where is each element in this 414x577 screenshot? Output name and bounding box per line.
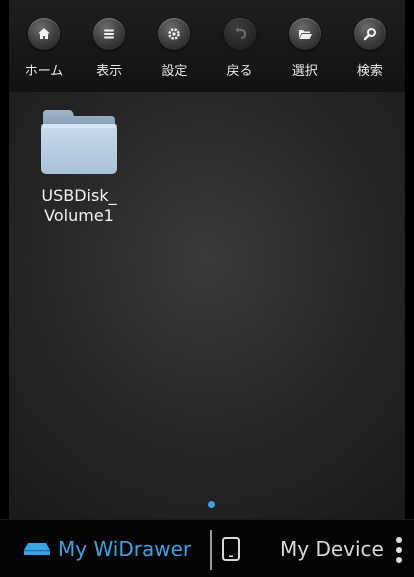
gear-icon <box>158 18 191 50</box>
tab-my-device[interactable]: My Device <box>222 520 402 577</box>
page-indicator-dot <box>208 501 215 508</box>
bottom-bar: My WiDrawer My Device <box>0 519 414 577</box>
home-label: ホーム <box>24 64 64 79</box>
settings-label: 設定 <box>161 64 188 79</box>
settings-button[interactable]: 設定 <box>143 0 205 92</box>
folder-item[interactable]: USBDisk_ Volume1 <box>26 108 132 226</box>
folder-icon <box>41 110 117 174</box>
search-button[interactable]: 検索 <box>339 0 401 92</box>
search-icon <box>353 18 386 50</box>
phone-icon <box>222 537 240 561</box>
view-label: 表示 <box>96 64 123 79</box>
top-toolbar: ホーム 表示 設定 戻る 選択 検索 <box>9 0 405 92</box>
folder-name-line2: Volume1 <box>44 206 114 225</box>
back-arrow-icon <box>223 18 256 50</box>
home-button[interactable]: ホーム <box>13 0 75 92</box>
tab-divider <box>210 530 212 570</box>
list-view-icon <box>93 18 126 50</box>
folder-name: USBDisk_ Volume1 <box>26 186 132 226</box>
folder-open-icon <box>288 18 321 50</box>
back-button[interactable]: 戻る <box>209 0 271 92</box>
device-label: My Device <box>280 537 384 561</box>
select-button[interactable]: 選択 <box>274 0 336 92</box>
tab-my-widrawer[interactable]: My WiDrawer <box>24 520 191 577</box>
home-icon <box>28 18 60 50</box>
view-button[interactable]: 表示 <box>78 0 140 92</box>
drive-icon <box>24 543 50 555</box>
back-label: 戻る <box>226 64 253 79</box>
widrawer-label: My WiDrawer <box>58 537 192 561</box>
folder-name-line1: USBDisk_ <box>41 186 117 205</box>
search-label: 検索 <box>356 64 383 79</box>
overflow-menu-icon[interactable] <box>396 537 404 563</box>
select-label: 選択 <box>291 64 318 79</box>
